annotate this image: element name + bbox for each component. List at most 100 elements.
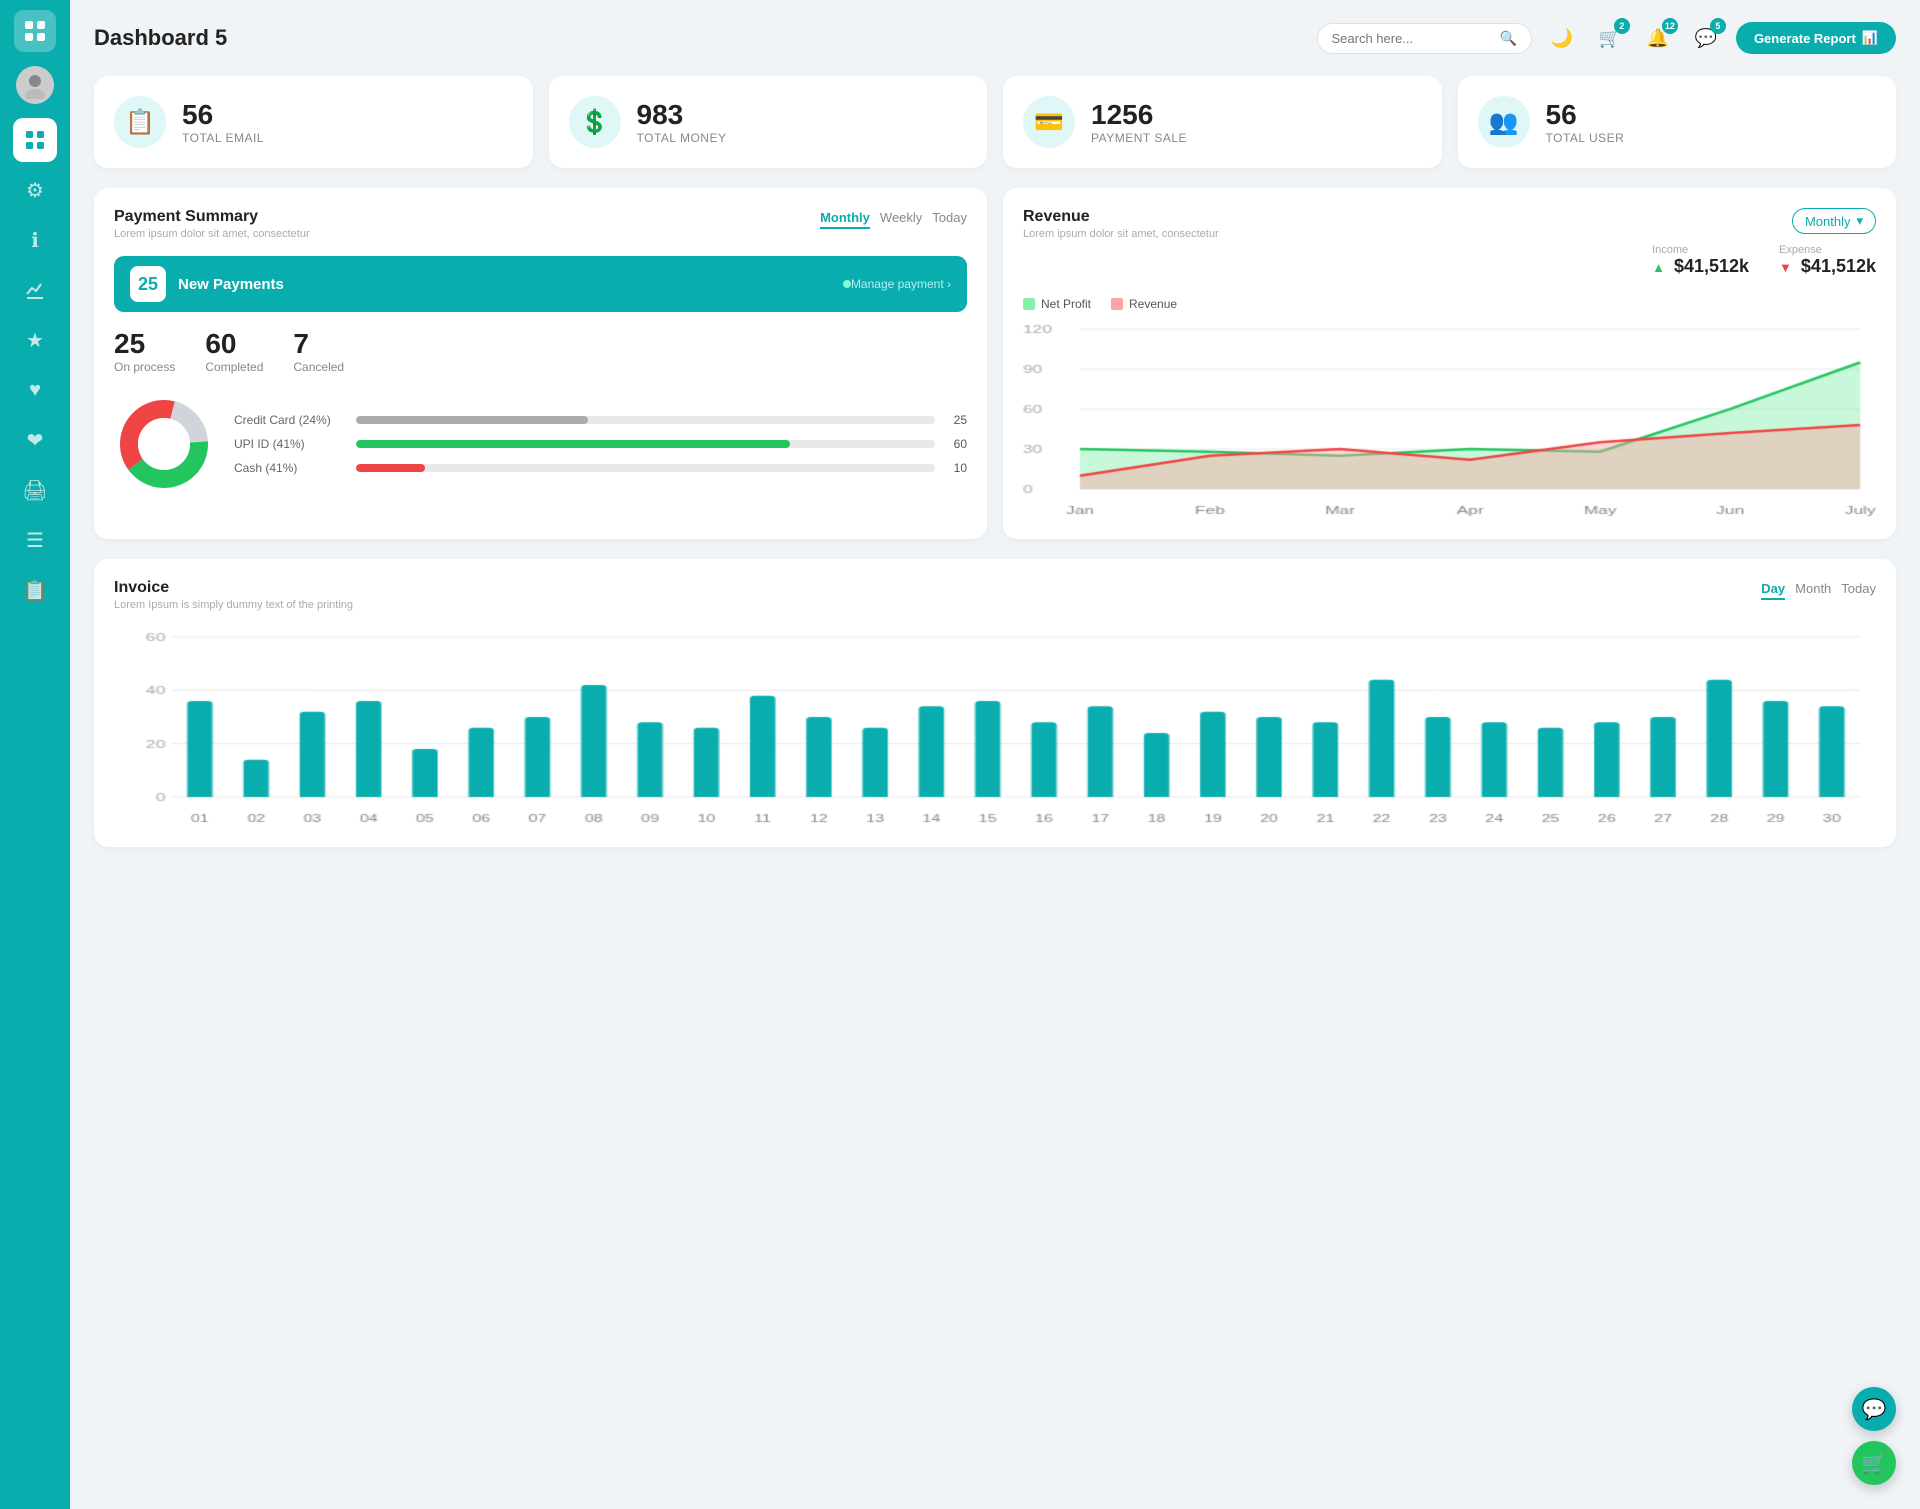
stat-card-money-info: 983 TOTAL MONEY — [637, 99, 727, 145]
cart-float-btn[interactable]: 🛒 — [1852, 1441, 1896, 1485]
revenue-subtitle: Lorem ipsum dolor sit amet, consectetur — [1023, 228, 1219, 240]
revenue-title: Revenue — [1023, 208, 1219, 226]
invoice-title: Invoice — [114, 579, 353, 597]
income-stat: Income ▲ $41,512k — [1652, 244, 1749, 277]
floating-buttons: 💬 🛒 — [1852, 1387, 1896, 1485]
stat-canceled: 7 Canceled — [293, 328, 344, 374]
stat-card-email-info: 56 TOTAL EMAIL — [182, 99, 264, 145]
payment-bottom: Credit Card (24%) 25 UPI ID (41%) 60 — [114, 394, 967, 494]
payment-summary-header: Payment Summary Lorem ipsum dolor sit am… — [114, 208, 967, 240]
user-number: 56 — [1546, 99, 1625, 131]
generate-report-button[interactable]: Generate Report 📊 — [1736, 22, 1896, 54]
sidebar-item-heart2[interactable]: ❤ — [13, 418, 57, 462]
manage-payment-link[interactable]: Manage payment › — [851, 277, 951, 291]
payment-number: 1256 — [1091, 99, 1187, 131]
invoice-chart-area — [114, 627, 1876, 827]
tab-today-payment[interactable]: Today — [932, 208, 967, 229]
revenue-header: Revenue Lorem ipsum dolor sit amet, cons… — [1023, 208, 1876, 287]
sidebar-item-info[interactable]: ℹ — [13, 218, 57, 262]
expense-down-icon: ▼ — [1779, 260, 1792, 275]
avatar[interactable] — [16, 66, 54, 104]
chevron-down-icon: ▾ — [1856, 213, 1863, 229]
donut-chart — [114, 394, 214, 494]
page-title: Dashboard 5 — [94, 25, 227, 51]
chat-badge: 5 — [1710, 18, 1726, 34]
chat-icon-btn[interactable]: 💬 5 — [1688, 20, 1724, 56]
legend-revenue: Revenue — [1111, 297, 1177, 311]
sidebar-item-chart[interactable] — [13, 268, 57, 312]
income-up-icon: ▲ — [1652, 260, 1665, 275]
tab-monthly-payment[interactable]: Monthly — [820, 208, 870, 229]
search-input[interactable] — [1332, 31, 1492, 46]
email-icon: 📋 — [114, 96, 166, 148]
cart-badge: 2 — [1614, 18, 1630, 34]
stat-card-payment-info: 1256 PAYMENT SALE — [1091, 99, 1187, 145]
invoice-header: Invoice Lorem Ipsum is simply dummy text… — [114, 579, 1876, 611]
np-dot — [843, 280, 851, 288]
legend-row: Net Profit Revenue — [1023, 297, 1876, 311]
revenue-dropdown[interactable]: Monthly ▾ — [1792, 208, 1876, 234]
payment-summary-card: Payment Summary Lorem ipsum dolor sit am… — [94, 188, 987, 539]
bell-badge: 12 — [1662, 18, 1678, 34]
header: Dashboard 5 🔍 🌙 🛒 2 🔔 12 💬 5 Generate Re… — [94, 20, 1896, 56]
legend-net-profit: Net Profit — [1023, 297, 1091, 311]
stat-completed: 60 Completed — [205, 328, 263, 374]
logo[interactable] — [14, 10, 56, 52]
revenue-card: Revenue Lorem ipsum dolor sit amet, cons… — [1003, 188, 1896, 539]
invoice-subtitle: Lorem Ipsum is simply dummy text of the … — [114, 599, 353, 611]
tab-month[interactable]: Month — [1795, 579, 1831, 600]
tab-weekly-payment[interactable]: Weekly — [880, 208, 922, 229]
bell-icon-btn[interactable]: 🔔 12 — [1640, 20, 1676, 56]
stat-card-payment: 💳 1256 PAYMENT SALE — [1003, 76, 1442, 168]
payment-icon: 💳 — [1023, 96, 1075, 148]
email-number: 56 — [182, 99, 264, 131]
new-payments-bar: 25 New Payments Manage payment › — [114, 256, 967, 312]
stat-card-email: 📋 56 TOTAL EMAIL — [94, 76, 533, 168]
tab-today[interactable]: Today — [1841, 579, 1876, 600]
sidebar: ⚙ ℹ ★ ♥ ❤ 🖨 ☰ 📋 — [0, 0, 70, 1509]
sidebar-item-heart[interactable]: ♥ — [13, 368, 57, 412]
support-float-btn[interactable]: 💬 — [1852, 1387, 1896, 1431]
theme-toggle[interactable]: 🌙 — [1544, 20, 1580, 56]
email-label: TOTAL EMAIL — [182, 131, 264, 145]
new-payments-label: New Payments — [178, 276, 837, 293]
sidebar-item-menu[interactable]: ☰ — [13, 518, 57, 562]
revenue-chart — [1023, 319, 1876, 519]
progress-fill-credit — [356, 416, 588, 424]
net-profit-dot — [1023, 298, 1035, 310]
revenue-chart-area — [1023, 319, 1876, 519]
main-content: Dashboard 5 🔍 🌙 🛒 2 🔔 12 💬 5 Generate Re… — [70, 0, 1920, 1509]
middle-row: Payment Summary Lorem ipsum dolor sit am… — [94, 188, 1896, 539]
progress-row-credit: Credit Card (24%) 25 — [234, 413, 967, 427]
invoice-chart — [114, 627, 1876, 827]
revenue-dot — [1111, 298, 1123, 310]
cart-icon-btn[interactable]: 🛒 2 — [1592, 20, 1628, 56]
sidebar-item-print[interactable]: 🖨 — [13, 468, 57, 512]
progress-details: Credit Card (24%) 25 UPI ID (41%) 60 — [234, 413, 967, 475]
sidebar-item-dashboard[interactable] — [13, 118, 57, 162]
stat-card-user-info: 56 TOTAL USER — [1546, 99, 1625, 145]
progress-fill-upi — [356, 440, 790, 448]
user-label: TOTAL USER — [1546, 131, 1625, 145]
sidebar-item-settings[interactable]: ⚙ — [13, 168, 57, 212]
bar-chart-icon: 📊 — [1862, 30, 1878, 46]
stat-cards: 📋 56 TOTAL EMAIL 💲 983 TOTAL MONEY 💳 125… — [94, 76, 1896, 168]
payment-summary-subtitle: Lorem ipsum dolor sit amet, consectetur — [114, 228, 310, 240]
header-actions: 🔍 🌙 🛒 2 🔔 12 💬 5 Generate Report 📊 — [1317, 20, 1897, 56]
search-icon: 🔍 — [1500, 30, 1517, 47]
payment-stats-row: 25 On process 60 Completed 7 Canceled — [114, 328, 967, 374]
invoice-card: Invoice Lorem Ipsum is simply dummy text… — [94, 559, 1896, 847]
sidebar-item-star[interactable]: ★ — [13, 318, 57, 362]
sidebar-item-list[interactable]: 📋 — [13, 568, 57, 612]
progress-row-cash: Cash (41%) 10 — [234, 461, 967, 475]
payment-summary-title: Payment Summary — [114, 208, 310, 226]
payment-tabs: Monthly Weekly Today — [820, 208, 967, 229]
tab-day[interactable]: Day — [1761, 579, 1785, 600]
money-label: TOTAL MONEY — [637, 131, 727, 145]
revenue-stats: Income ▲ $41,512k Expense ▼ $41,512k — [1652, 244, 1876, 277]
user-icon: 👥 — [1478, 96, 1530, 148]
stat-on-process: 25 On process — [114, 328, 175, 374]
progress-row-upi: UPI ID (41%) 60 — [234, 437, 967, 451]
progress-fill-cash — [356, 464, 425, 472]
invoice-tabs: Day Month Today — [1761, 579, 1876, 600]
